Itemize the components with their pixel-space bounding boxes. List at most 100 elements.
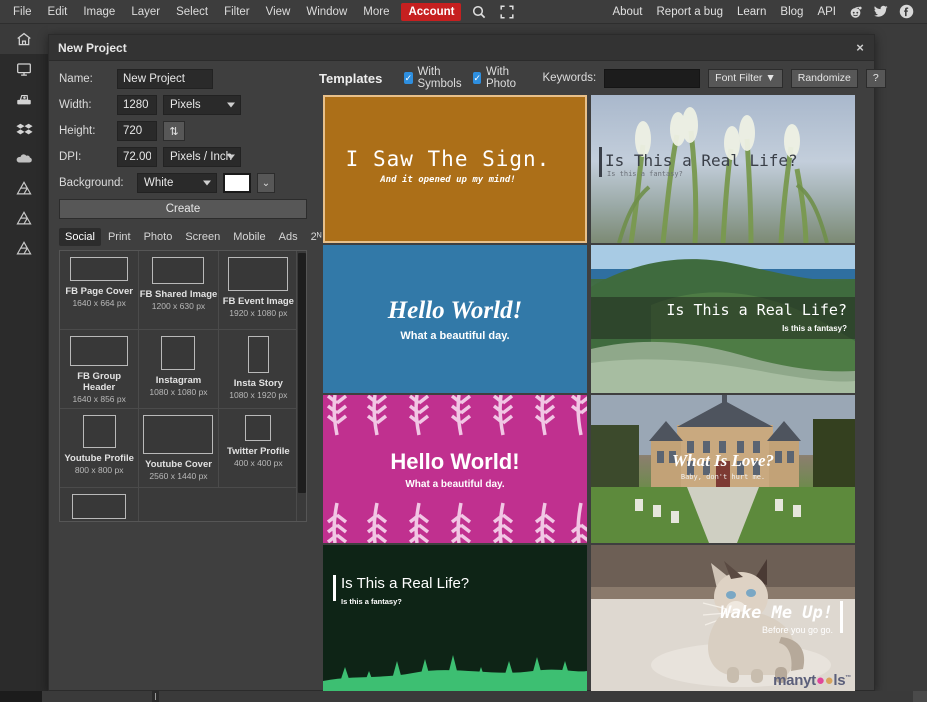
menu-bar: File Edit Image Layer Select Filter View…	[0, 0, 927, 24]
preset-thumbnail	[72, 494, 127, 519]
preset-item[interactable]: FB Group Header 1640 x 856 px	[60, 330, 140, 409]
dialog-body: Name: Width: Pixels Height: ⇅	[49, 61, 886, 691]
menu-item-layer[interactable]: Layer	[123, 2, 168, 22]
width-input[interactable]	[117, 95, 157, 115]
menu-item-window[interactable]: Window	[298, 2, 355, 22]
keywords-input[interactable]	[604, 68, 701, 88]
template-card-forest[interactable]: Is This a Real Life? Is this a fantasy?	[323, 545, 587, 691]
tab-ads[interactable]: Ads	[273, 228, 304, 246]
height-input[interactable]	[117, 121, 157, 141]
twitter-icon[interactable]	[868, 2, 894, 21]
background-row: Background: White ⌄	[59, 173, 307, 193]
watermark-part3: ls	[833, 672, 846, 689]
randomize-button[interactable]: Randomize	[790, 68, 858, 88]
dpi-row: DPI: Pixels / Inch	[59, 147, 307, 167]
swap-dimensions-button[interactable]: ⇅	[163, 121, 185, 141]
with-photo-label: With Photo	[485, 66, 517, 90]
link-about[interactable]: About	[605, 2, 649, 22]
menu-item-edit[interactable]: Edit	[40, 2, 76, 22]
background-color-dropdown[interactable]: ⌄	[257, 173, 275, 193]
template-title: Hello World!	[390, 448, 520, 474]
tab-photo[interactable]: Photo	[138, 228, 179, 246]
background-select[interactable]: White	[137, 173, 217, 193]
close-icon[interactable]: ×	[846, 35, 874, 61]
tab-social[interactable]: Social	[59, 228, 101, 246]
tool-home[interactable]	[0, 24, 48, 54]
template-card-flowers[interactable]: Is This a Real Life? Is this a fantasy?	[591, 95, 855, 243]
search-icon[interactable]	[465, 2, 493, 22]
menu-item-filter[interactable]: Filter	[216, 2, 258, 22]
tool-google-drive-1[interactable]	[0, 174, 48, 204]
taskbar-window-1[interactable]	[42, 691, 152, 702]
preset-dimensions: 1640 x 664 px	[72, 298, 126, 308]
font-filter-button[interactable]: Font Filter ▼	[708, 68, 783, 88]
width-unit-value: Pixels	[170, 99, 201, 111]
dpi-unit-value: Pixels / Inch	[170, 151, 232, 163]
create-button[interactable]: Create	[59, 199, 307, 219]
name-input[interactable]	[117, 69, 213, 89]
tool-scanner[interactable]	[0, 84, 48, 114]
preset-item[interactable]: FB Page Cover 1640 x 664 px	[60, 251, 140, 330]
with-symbols-checkbox[interactable]: ✓ With Symbols	[404, 66, 465, 90]
template-card-coast[interactable]: Is This a Real Life? Is this a fantasy?	[591, 245, 855, 393]
name-label: Name:	[59, 73, 93, 85]
preset-name: Insta Story	[233, 378, 283, 389]
preset-item[interactable]: Insta Story 1080 x 1920 px	[218, 330, 298, 409]
help-button[interactable]: ?	[865, 68, 886, 88]
preset-dimensions: 2560 x 1440 px	[149, 471, 208, 481]
preset-item[interactable]: FB Shared Image 1200 x 630 px	[139, 251, 219, 330]
template-text-band: Is This a Real Life? Is this a fantasy?	[591, 151, 855, 178]
tool-dropbox[interactable]	[0, 114, 48, 144]
dpi-unit-select[interactable]: Pixels / Inch	[163, 147, 241, 167]
menu-item-account[interactable]: Account	[401, 2, 462, 21]
preset-scrollbar[interactable]	[296, 251, 306, 521]
preset-item[interactable]: Youtube Profile 800 x 800 px	[60, 409, 140, 488]
link-learn[interactable]: Learn	[730, 2, 773, 22]
link-blog[interactable]: Blog	[773, 2, 810, 22]
link-api[interactable]: API	[810, 2, 843, 22]
preset-item[interactable]: FB Event Image 1920 x 1080 px	[218, 251, 298, 330]
template-card-chateau[interactable]: What Is Love? Baby, don't hurt me.	[591, 395, 855, 543]
template-subtitle: What a beautiful day.	[400, 329, 510, 342]
tab-screen[interactable]: Screen	[179, 228, 226, 246]
width-unit-select[interactable]: Pixels	[163, 95, 241, 115]
tool-google-drive-3[interactable]	[0, 234, 48, 264]
tool-onedrive[interactable]	[0, 144, 48, 174]
with-photo-checkbox[interactable]: ✓ With Photo	[473, 66, 520, 90]
tab-mobile[interactable]: Mobile	[227, 228, 271, 246]
background-color-swatch[interactable]	[223, 173, 251, 193]
menu-item-more[interactable]: More	[355, 2, 397, 22]
preset-item[interactable]	[60, 488, 140, 521]
tab-print[interactable]: Print	[102, 228, 137, 246]
menu-item-file[interactable]: File	[5, 2, 40, 22]
template-card-sign[interactable]: I Saw The Sign. And it opened up my mind…	[323, 95, 587, 243]
link-report-a-bug[interactable]: Report a bug	[650, 2, 731, 22]
menu-item-view[interactable]: View	[258, 2, 299, 22]
preset-item[interactable]: Instagram 1080 x 1080 px	[139, 330, 219, 409]
reddit-icon[interactable]	[843, 2, 868, 21]
template-card-cat[interactable]: Wake Me Up! Before you go go. manyt●●ls™	[591, 545, 855, 691]
width-label: Width:	[59, 99, 92, 111]
preset-item[interactable]: Twitter Profile 400 x 400 px	[218, 409, 298, 488]
template-subtitle: What a beautiful day.	[405, 478, 505, 490]
menu-item-image[interactable]: Image	[75, 2, 123, 22]
tool-google-drive-2[interactable]	[0, 204, 48, 234]
dpi-input[interactable]	[117, 147, 157, 167]
manytools-watermark: manyt●●ls™	[773, 672, 851, 689]
preset-name: FB Page Cover	[65, 286, 133, 297]
preset-name: FB Event Image	[222, 296, 294, 307]
dpi-label: DPI:	[59, 151, 82, 163]
menu-item-select[interactable]: Select	[168, 2, 216, 22]
template-card-hello-blue[interactable]: Hello World! What a beautiful day.	[323, 245, 587, 393]
facebook-icon[interactable]	[894, 2, 919, 21]
template-card-hello-pink[interactable]: Hello World! What a beautiful day.	[323, 395, 587, 543]
preset-item[interactable]: Youtube Cover 2560 x 1440 px	[139, 409, 219, 488]
fullscreen-icon[interactable]	[493, 2, 521, 22]
taskbar-start[interactable]	[0, 691, 42, 702]
preset-thumbnail	[70, 336, 129, 366]
preset-dimensions: 1920 x 1080 px	[229, 308, 288, 318]
taskbar-tray[interactable]	[913, 691, 927, 702]
preset-scrollbar-thumb[interactable]	[298, 253, 306, 493]
tool-monitor[interactable]	[0, 54, 48, 84]
chevron-down-icon	[227, 102, 235, 108]
